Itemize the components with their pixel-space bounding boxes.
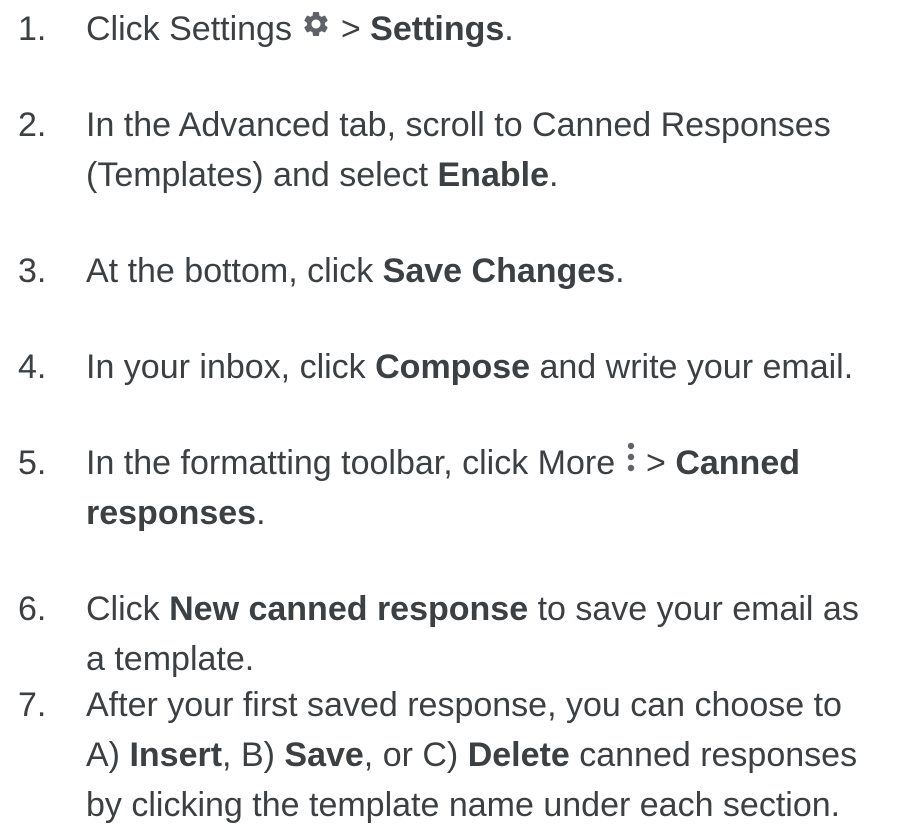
step-text: . bbox=[256, 494, 266, 532]
step-number: 5. bbox=[18, 444, 47, 482]
step-line: After your first saved response, you can… bbox=[86, 680, 842, 730]
step-line: a template. bbox=[86, 634, 254, 684]
step-text: > bbox=[331, 10, 371, 48]
step-number: 7. bbox=[18, 686, 47, 724]
step-text: . bbox=[548, 156, 559, 194]
bold-term: Insert bbox=[129, 736, 223, 774]
step-line: In the Advanced tab, scroll to Canned Re… bbox=[86, 100, 831, 150]
step-line: Click New canned response to save your e… bbox=[86, 584, 859, 634]
bold-term: New canned response bbox=[169, 590, 529, 628]
step-text: (Templates) and select bbox=[86, 156, 438, 194]
step-text: and write your email. bbox=[530, 348, 854, 386]
step-text: Click Settings bbox=[86, 10, 302, 48]
step-line: In your inbox, click Compose and write y… bbox=[86, 342, 853, 392]
step-text: In the Advanced tab, scroll to Canned Re… bbox=[86, 106, 831, 144]
bold-term: Save bbox=[284, 736, 364, 774]
step-number: 6. bbox=[18, 590, 47, 628]
step-text: by clicking the template name under each… bbox=[86, 786, 841, 824]
step-text: a template. bbox=[86, 640, 255, 678]
step-text: At the bottom, click bbox=[86, 252, 383, 290]
bold-term: responses bbox=[86, 494, 257, 532]
step-text: A) bbox=[86, 736, 130, 774]
step-text: to save your email as bbox=[528, 590, 859, 628]
gear-icon bbox=[301, 3, 331, 53]
step-number: 4. bbox=[18, 348, 47, 386]
bold-term: Save Changes bbox=[382, 252, 616, 290]
step-line: by clicking the template name under each… bbox=[86, 780, 840, 830]
step-line: In the formatting toolbar, click More > … bbox=[86, 438, 800, 490]
step-text: canned responses bbox=[569, 736, 858, 774]
step-text: , B) bbox=[222, 736, 285, 774]
more-vertical-icon bbox=[625, 437, 637, 487]
bold-term: Settings bbox=[370, 10, 505, 48]
step-number: 2. bbox=[18, 106, 47, 144]
step-text: After your first saved response, you can… bbox=[86, 686, 842, 724]
step-text: Click bbox=[86, 590, 170, 628]
bold-term: Delete bbox=[467, 736, 570, 774]
bold-term: Enable bbox=[437, 156, 549, 194]
step-line: Click Settings > Settings. bbox=[86, 4, 514, 56]
step-number: 3. bbox=[18, 252, 47, 290]
step-text: . bbox=[504, 10, 514, 48]
step-line: At the bottom, click Save Changes. bbox=[86, 246, 625, 296]
step-text: In the formatting toolbar, click More bbox=[86, 444, 625, 482]
step-text: > bbox=[636, 444, 676, 482]
step-line: (Templates) and select Enable. bbox=[86, 150, 558, 200]
step-text: . bbox=[615, 252, 625, 290]
step-line: A) Insert, B) Save, or C) Delete canned … bbox=[86, 730, 857, 780]
step-text: , or C) bbox=[363, 736, 468, 774]
step-number: 1. bbox=[18, 10, 47, 48]
step-line: responses. bbox=[86, 488, 266, 538]
bold-term: Canned bbox=[675, 444, 801, 482]
bold-term: Compose bbox=[375, 348, 531, 386]
step-text: In your inbox, click bbox=[86, 348, 376, 386]
